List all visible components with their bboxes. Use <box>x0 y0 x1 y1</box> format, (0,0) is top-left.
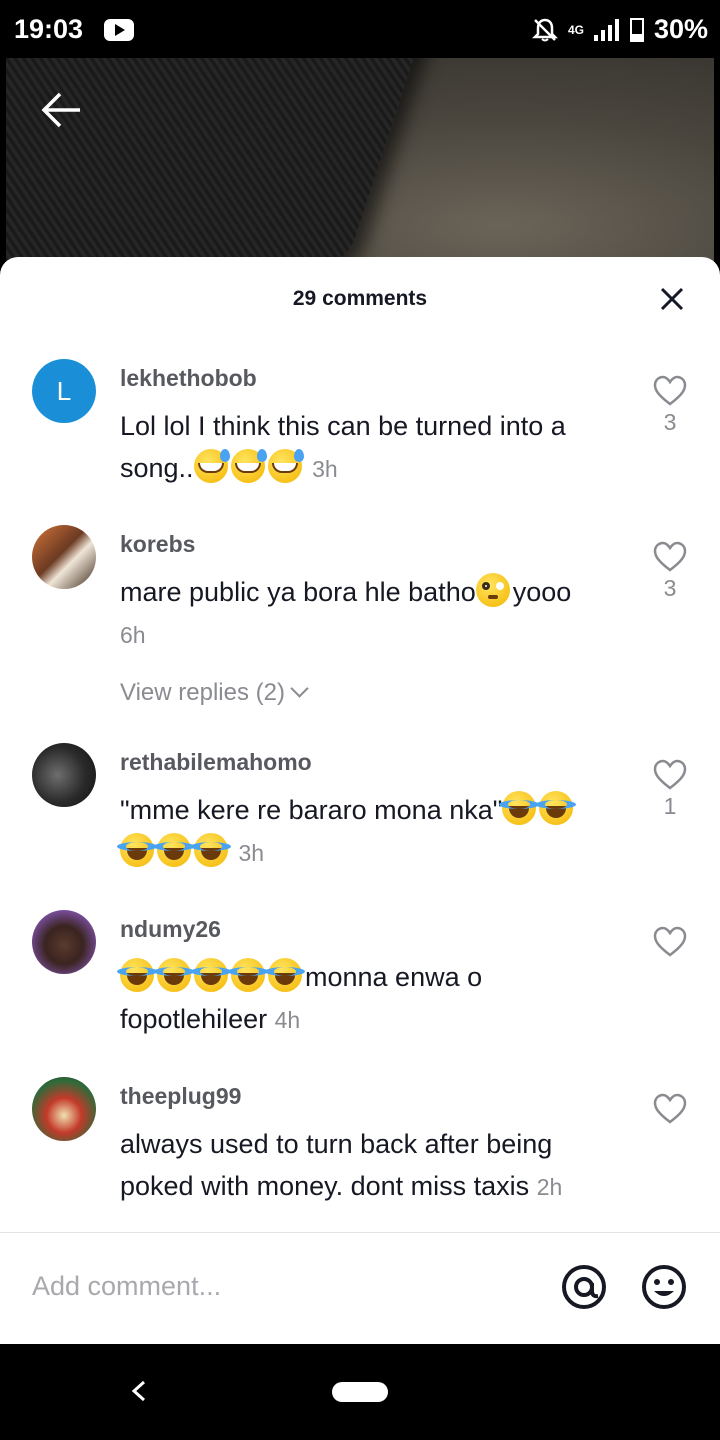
comment-text: always used to turn back after being pok… <box>120 1123 620 1208</box>
tears-of-joy-emoji-icon <box>536 791 577 825</box>
avatar[interactable] <box>32 743 96 807</box>
battery-level: 30% <box>653 14 708 44</box>
nav-back-icon[interactable] <box>128 1380 150 1402</box>
comment-body-end: yooo <box>512 577 572 607</box>
comment-text: mare public ya bora hle batho yooo 6h <box>120 571 620 656</box>
sweat-smile-emoji-icon <box>267 449 304 483</box>
comment-time: 4h <box>274 1007 301 1033</box>
heart-outline-icon[interactable] <box>653 1093 687 1125</box>
tears-of-joy-emoji-icon <box>154 833 194 867</box>
sweat-smile-emoji-icon <box>193 449 230 483</box>
smiley-icon[interactable] <box>640 1263 688 1311</box>
tears-of-joy-emoji-icon <box>228 958 268 992</box>
comment-body: mare public ya bora hle batho <box>120 577 476 607</box>
comment-text: monna enwa o fopotlehileer 4h <box>117 956 620 1041</box>
status-bar: 19:03 4G 30% <box>0 0 720 58</box>
signal-icon <box>593 18 619 41</box>
comments-count-title: 29 comments <box>292 287 428 310</box>
heart-outline-icon[interactable] <box>653 926 687 958</box>
like-button[interactable] <box>652 1093 688 1127</box>
avatar[interactable] <box>32 525 96 589</box>
chevron-down-icon <box>290 679 309 698</box>
youtube-notification-icon <box>104 19 134 41</box>
tears-of-joy-emoji-icon <box>265 958 305 992</box>
comment-username[interactable]: korebs <box>120 531 195 558</box>
heart-outline-icon[interactable] <box>653 759 687 791</box>
tears-of-joy-emoji-icon <box>191 833 231 867</box>
comment-username[interactable]: rethabilemahomo <box>120 749 312 776</box>
tears-of-joy-emoji-icon <box>499 791 540 825</box>
nav-home-pill[interactable] <box>332 1382 388 1402</box>
comment-username[interactable]: lekhethobob <box>120 365 257 392</box>
view-replies-label: View replies (2) <box>120 679 285 706</box>
comment-text: "mme kere re bararo mona nka" 3h <box>117 789 620 874</box>
comment-username[interactable]: ndumy26 <box>120 916 221 943</box>
comment-body: always used to turn back after being pok… <box>120 1129 553 1201</box>
flushed-emoji-icon <box>475 573 510 607</box>
heart-outline-icon[interactable] <box>653 541 687 573</box>
status-icons: 4G 30% <box>531 14 708 45</box>
like-button[interactable]: 1 <box>652 759 688 820</box>
comment-username[interactable]: theeplug99 <box>120 1083 241 1110</box>
avatar[interactable] <box>32 1077 96 1141</box>
add-comment-input[interactable]: Add comment... <box>32 1271 221 1302</box>
back-arrow-icon[interactable] <box>38 90 84 130</box>
status-time: 19:03 <box>14 14 84 44</box>
mute-bell-icon <box>531 18 558 41</box>
like-count: 3 <box>663 575 677 601</box>
tears-of-joy-emoji-icon <box>154 958 194 992</box>
like-button[interactable] <box>652 926 688 960</box>
avatar[interactable]: L <box>32 359 96 423</box>
like-button[interactable]: 3 <box>652 375 688 436</box>
comment-time: 3h <box>312 456 338 482</box>
tears-of-joy-emoji-icon <box>117 958 157 992</box>
like-button[interactable]: 3 <box>652 541 688 602</box>
sweat-smile-emoji-icon <box>230 449 267 483</box>
comment-body: Lol lol I think this can be turned into … <box>120 411 566 483</box>
comment-time: 6h <box>120 622 146 648</box>
battery-icon <box>629 17 644 42</box>
tears-of-joy-emoji-icon <box>117 833 157 867</box>
at-icon[interactable] <box>560 1263 608 1311</box>
like-count: 1 <box>663 793 677 819</box>
comment-time: 2h <box>536 1174 563 1200</box>
close-icon[interactable] <box>658 285 686 313</box>
comment-text: Lol lol I think this can be turned into … <box>120 405 620 490</box>
video-preview[interactable] <box>6 58 714 268</box>
like-count: 3 <box>663 409 677 435</box>
comment-time: 3h <box>238 840 265 866</box>
system-nav-bar <box>0 1344 720 1440</box>
tears-of-joy-emoji-icon <box>191 958 231 992</box>
comment-input-bar: Add comment... <box>0 1232 720 1344</box>
avatar[interactable] <box>32 910 96 974</box>
comment-body: "mme kere re bararo mona nka" <box>120 795 503 825</box>
comments-sheet: 29 comments L lekhethobob Lol lol I thin… <box>0 257 720 1344</box>
heart-outline-icon[interactable] <box>653 375 687 407</box>
network-type: 4G <box>567 22 584 37</box>
view-replies-link[interactable]: View replies (2) <box>120 679 309 707</box>
avatar-letter: L <box>56 376 72 406</box>
